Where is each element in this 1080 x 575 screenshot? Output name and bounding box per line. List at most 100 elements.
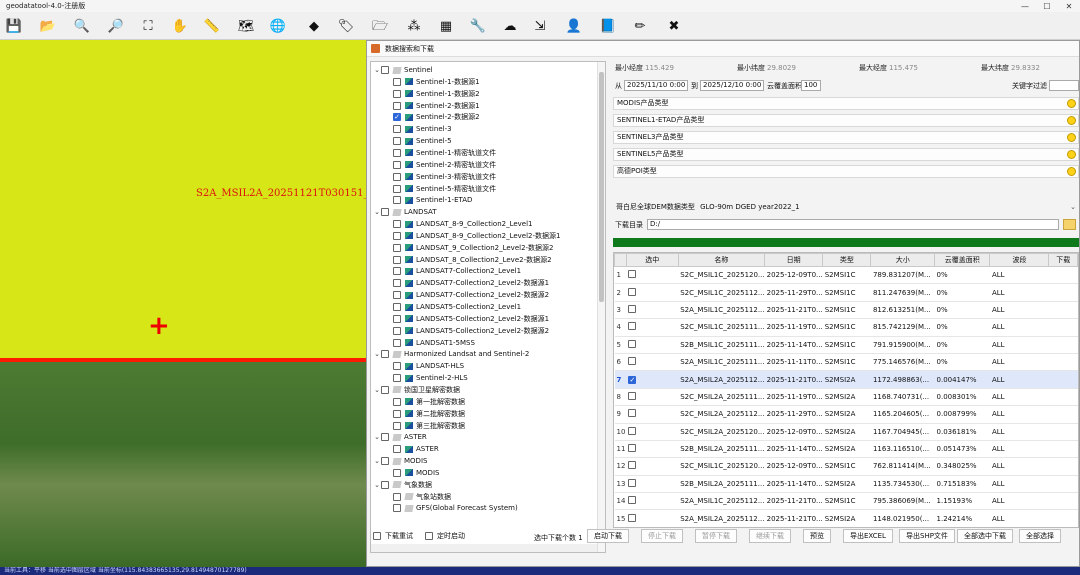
tree-item[interactable]: LANDSAT_9_Collection2_Level2-数据源2 <box>393 242 554 254</box>
tree-item[interactable]: 气象站数据 <box>393 491 451 503</box>
table-row[interactable]: 10 S2C_MSIL2A_2025120... 2025-12-09T0... S2… <box>614 423 1078 441</box>
category-modis[interactable]: MODIS产品类型 <box>613 97 1079 110</box>
diamond-icon[interactable]: ◆ <box>304 16 324 36</box>
checkbox[interactable] <box>393 338 401 347</box>
tree-item[interactable]: Sentinel-3 <box>393 123 452 135</box>
from-date-input[interactable]: 2025/11/10 0:00 <box>624 80 688 91</box>
cloud-icon[interactable]: ☁ <box>500 16 520 36</box>
checkbox[interactable] <box>393 504 401 513</box>
user-icon[interactable]: 👤 <box>564 16 584 36</box>
checkbox[interactable] <box>393 255 401 264</box>
minimize-button[interactable]: — <box>1014 2 1036 11</box>
row-checkbox[interactable] <box>628 304 637 313</box>
tree-item[interactable]: LANDSAT1-5MSS <box>393 337 475 349</box>
full-extent-icon[interactable]: ⛶ <box>138 16 158 36</box>
tree-group[interactable]: ⌄ Harmonized Landsat and Sentinel-2 <box>373 348 529 360</box>
checkbox[interactable] <box>381 457 389 466</box>
tree-item[interactable]: Sentinel-1-精密轨道文件 <box>393 147 496 159</box>
close-window-button[interactable]: ✕ <box>1058 2 1080 11</box>
tree-item[interactable]: Sentinel-2-精密轨道文件 <box>393 159 496 171</box>
checkbox[interactable] <box>393 184 401 193</box>
row-checkbox[interactable] <box>628 357 637 366</box>
checkbox[interactable] <box>381 480 389 489</box>
table-row[interactable]: 12 S2C_MSIL1C_2025120... 2025-12-09T0... S2… <box>614 457 1078 476</box>
checkbox[interactable] <box>381 66 389 74</box>
table-row[interactable]: 3 S2A_MSIL1C_2025112... 2025-11-21T0... S2M… <box>614 301 1078 320</box>
tree-group[interactable]: ⌄ 气象数据 <box>373 479 432 491</box>
checkbox[interactable] <box>393 231 401 240</box>
tree-group[interactable]: ⌄ 锁国卫星解密数据 <box>373 384 460 396</box>
row-checkbox[interactable] <box>628 426 637 435</box>
tree-item[interactable]: LANDSAT_8-9_Collection2_Level2-数据源1 <box>393 230 561 242</box>
checkbox[interactable] <box>393 267 401 276</box>
row-checkbox[interactable] <box>628 391 637 400</box>
book-icon[interactable]: 📘 <box>598 16 618 36</box>
column-header[interactable]: 波段 <box>989 253 1050 267</box>
chevron-down-icon[interactable]: ⌄ <box>373 481 381 489</box>
tree-item[interactable]: Sentinel-1-数据源2 <box>393 88 480 100</box>
tree-item[interactable]: Sentinel-1-ETAD <box>393 194 472 206</box>
keyword-filter-input[interactable] <box>1049 80 1079 91</box>
preview-button[interactable]: 预览 <box>803 529 831 543</box>
column-header[interactable]: 大小 <box>870 253 936 267</box>
column-header[interactable]: 名称 <box>677 253 766 267</box>
table-row[interactable]: 9 S2C_MSIL2A_2025112... 2025-11-29T0... S2M… <box>614 405 1078 424</box>
tree-item[interactable]: LANDSAT_8-9_Collection2_Level1 <box>393 218 533 230</box>
checkbox[interactable] <box>393 362 401 371</box>
column-header[interactable]: 选中 <box>625 253 679 267</box>
category-sentinel3[interactable]: SENTINEL3产品类型 <box>613 131 1079 144</box>
browse-folder-icon[interactable] <box>1063 219 1076 230</box>
column-header[interactable]: 日期 <box>764 253 824 267</box>
checkbox[interactable] <box>393 137 401 146</box>
tree-item[interactable]: Sentinel-3-精密轨道文件 <box>393 171 496 183</box>
tree-item[interactable]: LANDSAT7-Collection2_Level1 <box>393 265 521 277</box>
chevron-down-icon[interactable]: ⌄ <box>1070 201 1076 214</box>
checkbox[interactable] <box>393 172 401 181</box>
tree-item[interactable]: Sentinel-2-数据源1 <box>393 100 480 112</box>
checkbox[interactable] <box>393 326 401 335</box>
category-sentinel5[interactable]: SENTINEL5产品类型 <box>613 148 1079 161</box>
tree-item[interactable]: LANDSAT5-Collection2_Level1 <box>393 301 521 313</box>
checkbox[interactable] <box>393 77 401 86</box>
tree-item[interactable]: LANDSAT-HLS <box>393 360 464 372</box>
row-checkbox[interactable] <box>628 478 637 487</box>
checkbox[interactable] <box>393 243 401 252</box>
checkbox[interactable] <box>381 385 389 394</box>
map-view[interactable]: S2A_MSIL2A_20251121T030151_N + <box>0 40 370 567</box>
column-header[interactable]: 类型 <box>822 253 872 267</box>
open-folder-icon[interactable]: 📂 <box>38 16 58 36</box>
export-excel-button[interactable]: 导出EXCEL <box>843 529 893 543</box>
tree-item[interactable]: LANDSAT5-Collection2_Level2-数据源1 <box>393 313 549 325</box>
category-amap-poi[interactable]: 高德POI类型 <box>613 165 1079 178</box>
table-row[interactable]: 14 S2A_MSIL1C_2025112... 2025-11-21T0... S2… <box>614 492 1078 511</box>
table-row[interactable]: 15 S2A_MSIL2A_2025112... 2025-11-21T0... S2… <box>614 509 1078 527</box>
table-row[interactable]: 13 S2B_MSIL2A_2025111... 2025-11-14T0... S2… <box>614 475 1078 494</box>
tree-item[interactable]: LANDSAT5-Collection2_Level2-数据源2 <box>393 325 549 337</box>
chevron-down-icon[interactable]: ⌄ <box>373 208 381 216</box>
zoom-out-icon[interactable]: 🔎 <box>106 16 126 36</box>
pencil-icon[interactable]: ✏ <box>630 16 650 36</box>
tree-group[interactable]: ⌄ ASTER <box>373 431 427 443</box>
tree-item[interactable]: Sentinel-2-HLS <box>393 372 468 384</box>
row-checkbox[interactable]: ✓ <box>628 375 637 384</box>
checkbox[interactable] <box>393 279 401 288</box>
checkbox[interactable] <box>425 532 433 540</box>
tree-group[interactable]: ⌄ Sentinel <box>373 64 433 76</box>
chevron-down-icon[interactable]: ⌄ <box>373 457 381 465</box>
to-date-input[interactable]: 2025/12/10 0:00 <box>700 80 764 91</box>
tree-item[interactable]: MODIS <box>393 467 439 479</box>
globe-search-icon[interactable]: 🌐 <box>268 16 288 36</box>
checkbox[interactable] <box>393 409 401 418</box>
retry-checkbox[interactable]: 下载重试 <box>373 531 413 541</box>
expand-circle-icon[interactable] <box>1067 99 1076 108</box>
checkbox[interactable] <box>393 397 401 406</box>
row-checkbox[interactable] <box>628 513 637 522</box>
checkbox[interactable] <box>393 492 401 501</box>
row-checkbox[interactable] <box>628 322 637 331</box>
schedule-checkbox[interactable]: 定时启动 <box>425 531 465 541</box>
chevron-down-icon[interactable]: ⌄ <box>373 350 381 358</box>
tree-item[interactable]: ASTER <box>393 443 439 455</box>
tree-item[interactable]: Sentinel-1-数据源1 <box>393 76 480 88</box>
checkbox[interactable] <box>393 303 401 311</box>
row-checkbox[interactable] <box>628 409 637 418</box>
